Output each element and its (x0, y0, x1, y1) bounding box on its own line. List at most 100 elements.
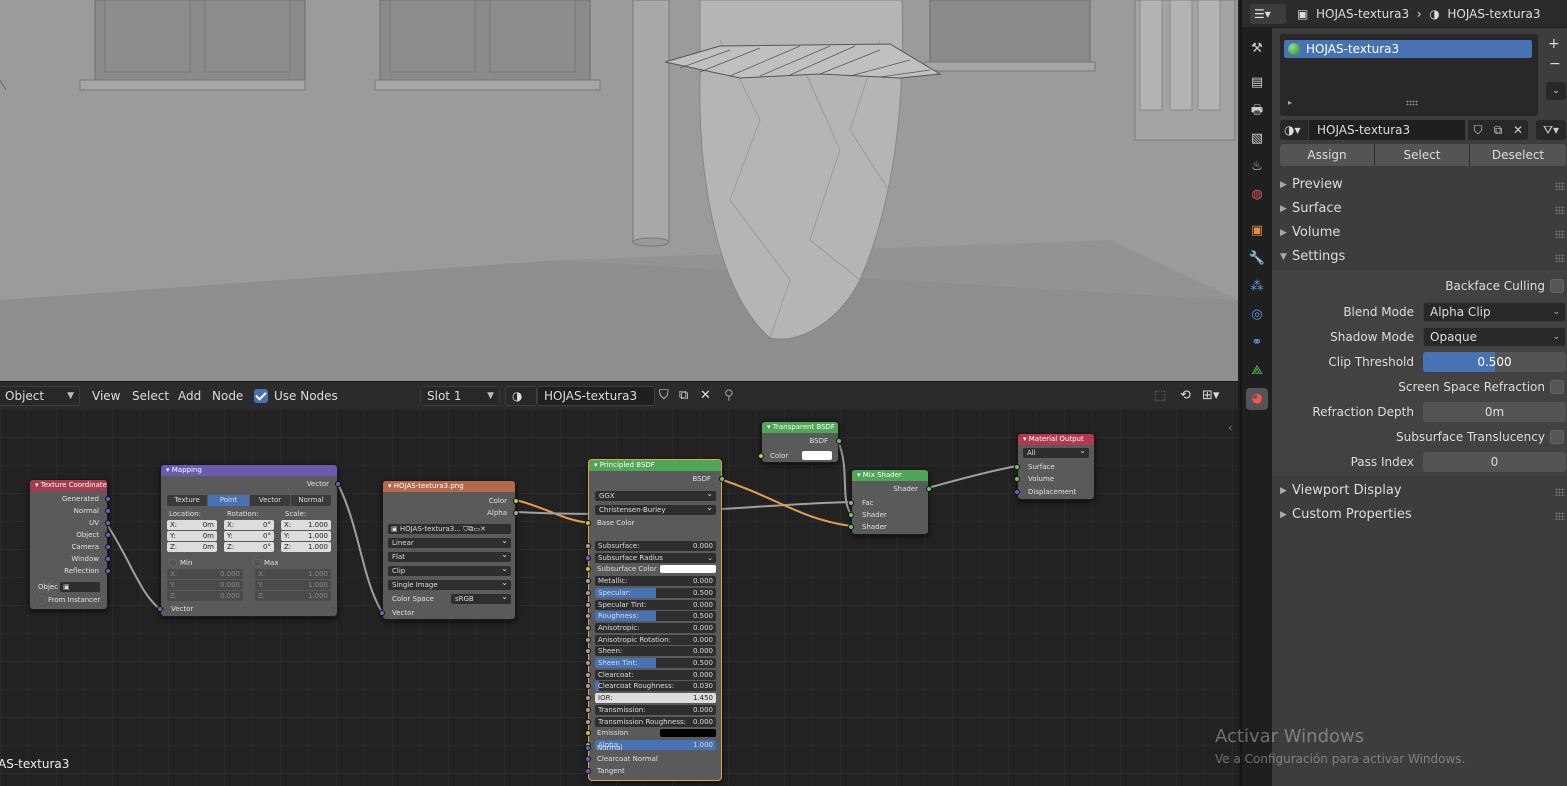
object-picker[interactable]: ▣ (60, 582, 100, 592)
socket-input[interactable] (585, 625, 591, 631)
location-x-field[interactable]: X: 0m (167, 520, 217, 530)
socket-input[interactable] (848, 524, 854, 530)
material-slot-list[interactable]: HOJAS-textura3 ▸ (1280, 34, 1538, 116)
scale-x-field[interactable]: X: 1.000 (281, 520, 331, 530)
principled-field[interactable]: Subsurface Color (595, 564, 716, 574)
max-x-field[interactable]: X: 1.000 (255, 569, 331, 579)
socket-output[interactable] (105, 556, 111, 562)
principled-field[interactable]: Specular: 0.500 (595, 588, 716, 598)
min-y-field[interactable]: Y: 0.000 (167, 580, 243, 590)
panel-preview[interactable]: ▶ Preview (1272, 174, 1567, 198)
render-tab-icon[interactable]: ▤ (1246, 72, 1268, 94)
node-material-output[interactable]: ▾ Material Output All Surface Volume Dis… (1014, 433, 1095, 500)
socket-input[interactable] (379, 610, 385, 616)
socket-input[interactable] (585, 637, 591, 643)
color-swatch[interactable] (660, 729, 716, 737)
duplicate-icon[interactable]: ⧉ (1488, 120, 1508, 140)
mode-dropdown[interactable]: Object ▼ (0, 386, 80, 406)
drag-grip-icon[interactable] (1555, 206, 1565, 214)
socket-output[interactable] (105, 544, 111, 550)
socket-output[interactable] (513, 498, 519, 504)
breadcrumb-material[interactable]: HOJAS-textura3 (1447, 7, 1540, 21)
socket-output[interactable] (105, 508, 111, 514)
color-swatch[interactable] (660, 565, 716, 573)
constraints-tab-icon[interactable]: ⚭ (1246, 332, 1268, 354)
assign-button[interactable]: Assign (1280, 144, 1375, 166)
socket-input[interactable] (585, 672, 591, 678)
rotation-y-field[interactable]: Y: 0° (224, 531, 274, 541)
socket-input[interactable] (585, 768, 591, 774)
socket-output[interactable] (335, 481, 341, 487)
socket-input[interactable] (585, 566, 591, 572)
socket-input[interactable] (585, 695, 591, 701)
panel-viewport-display[interactable]: ▶ Viewport Display (1272, 480, 1567, 504)
drag-grip-icon[interactable] (1555, 254, 1565, 262)
principled-field[interactable]: Sheen: 0.000 (595, 646, 716, 656)
min-z-field[interactable]: Z: 0.000 (167, 591, 243, 601)
3d-viewport[interactable] (0, 0, 1238, 381)
modifier-tab-icon[interactable]: 🔧 (1246, 248, 1268, 270)
projection-dropdown[interactable]: Flat (388, 550, 511, 562)
image-datablock-field[interactable]: ▣ HOJAS-textura3... ⛉⧉▭✕ (388, 524, 511, 534)
principled-field[interactable]: Anisotropic: 0.000 (595, 623, 716, 633)
material-slot-item[interactable]: HOJAS-textura3 (1284, 40, 1532, 58)
max-checkbox[interactable] (253, 559, 261, 567)
panel-settings[interactable]: ▼ Settings (1272, 246, 1567, 270)
source-dropdown[interactable]: Single Image (388, 578, 511, 590)
socket-input[interactable] (848, 500, 854, 506)
principled-field[interactable]: Sheen Tint: 0.500 (595, 658, 716, 668)
resize-grip-icon[interactable] (1406, 100, 1418, 106)
socket-input[interactable] (848, 512, 854, 518)
ssr-checkbox[interactable] (1550, 380, 1564, 394)
blend-mode-dropdown[interactable]: Alpha Clip ⌄ (1423, 302, 1566, 322)
principled-field[interactable]: Clearcoat Roughness: 0.030 (595, 681, 716, 691)
scale-z-field[interactable]: Z: 1.000 (281, 542, 331, 552)
socket-input[interactable] (585, 756, 591, 762)
socket-input[interactable] (585, 555, 591, 561)
max-z-field[interactable]: Z: 1.000 (255, 591, 331, 601)
material-tab-icon[interactable]: ◕ (1246, 388, 1268, 410)
socket-output[interactable] (105, 532, 111, 538)
socket-input[interactable] (585, 707, 591, 713)
socket-input[interactable] (1014, 464, 1020, 470)
principled-field[interactable]: Roughness: 0.500 (595, 611, 716, 621)
socket-input[interactable] (585, 520, 591, 526)
socket-output[interactable] (105, 496, 111, 502)
socket-output[interactable] (719, 476, 725, 482)
principled-field[interactable]: Emission (595, 728, 716, 738)
principled-field[interactable]: Subsurface: 0.000 (595, 541, 716, 551)
node-image-texture[interactable]: ▾ HOJAS-textura3.png Color Alpha ▣ HOJAS… (379, 480, 519, 620)
min-checkbox[interactable] (169, 559, 177, 567)
principled-field[interactable]: Transmission: 0.000 (595, 705, 716, 715)
location-y-field[interactable]: Y: 0m (167, 531, 217, 541)
node-editor-canvas[interactable]: ▾ Texture Coordinate Generated Normal UV… (0, 409, 1238, 786)
drag-grip-icon[interactable] (1555, 182, 1565, 190)
panel-surface[interactable]: ▶ Surface (1272, 198, 1567, 222)
socket-input[interactable] (585, 660, 591, 666)
scale-y-field[interactable]: Y: 1.000 (281, 531, 331, 541)
output-tab-icon[interactable]: 🖶 (1246, 100, 1268, 122)
physics-tab-icon[interactable]: ◎ (1246, 304, 1268, 326)
socket-input[interactable] (585, 683, 591, 689)
socket-input[interactable] (585, 613, 591, 619)
refraction-depth-field[interactable]: 0m (1423, 402, 1566, 422)
particles-tab-icon[interactable]: ⁂ (1246, 276, 1268, 298)
socket-output[interactable] (836, 438, 842, 444)
mapping-type-vector[interactable]: Vector (250, 495, 290, 506)
socket-input[interactable] (585, 730, 591, 736)
rotation-x-field[interactable]: X: 0° (224, 520, 274, 530)
socket-input[interactable] (585, 590, 591, 596)
max-y-field[interactable]: Y: 1.000 (255, 580, 331, 590)
snap-target-icon[interactable]: ⊞▾ (1202, 386, 1219, 406)
principled-field[interactable]: Anisotropic Rotation: 0.000 (595, 635, 716, 645)
location-z-field[interactable]: Z: 0m (167, 542, 217, 552)
sidebar-toggle-chevron-icon[interactable]: ‹ (1228, 421, 1232, 434)
principled-field[interactable]: Clearcoat: 0.000 (595, 670, 716, 680)
target-dropdown[interactable]: All (1023, 446, 1089, 458)
menu-view[interactable]: View (92, 386, 120, 406)
socket-output[interactable] (105, 568, 111, 574)
node-principled-bsdf[interactable]: ▾ Principled BSDF BSDF GGX Christensen-B… (585, 459, 725, 781)
panel-custom-properties[interactable]: ▶ Custom Properties (1272, 504, 1567, 528)
socket-input[interactable] (1014, 489, 1020, 495)
pass-index-field[interactable]: 0 (1423, 452, 1566, 472)
